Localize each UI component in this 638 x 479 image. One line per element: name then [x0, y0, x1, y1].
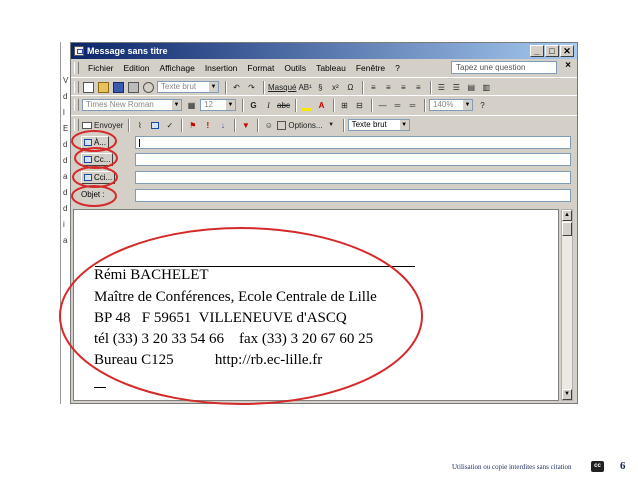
creative-commons-icon: cc: [591, 461, 604, 472]
annotation-circle-bcc: [72, 166, 118, 188]
copyright-notice: Utilisation ou copie interdites sans cit…: [452, 463, 572, 471]
page-number: 6: [620, 460, 626, 472]
red-annotations: [59, 130, 423, 405]
annotation-ellipse-signature: [59, 227, 423, 405]
annotation-circle-subject: [71, 185, 117, 207]
